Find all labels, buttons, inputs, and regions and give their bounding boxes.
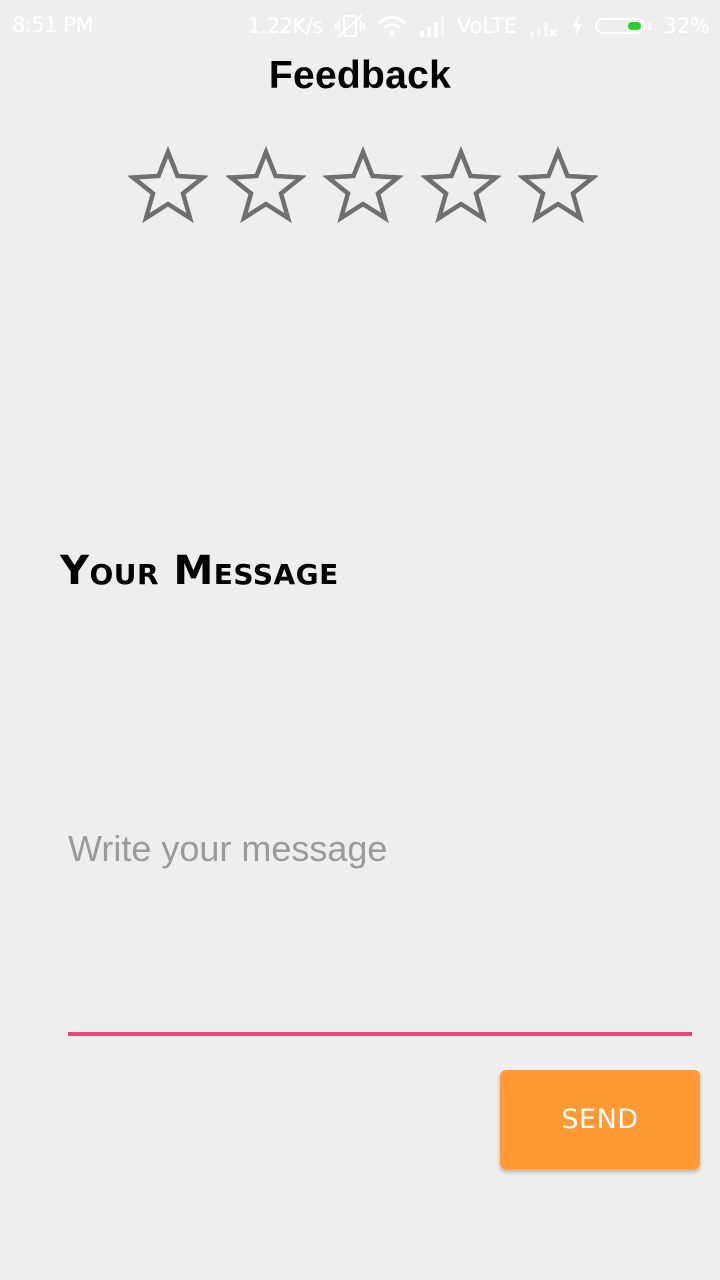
- wifi-icon: [377, 14, 407, 38]
- message-input[interactable]: [68, 820, 692, 1032]
- battery-fill: [628, 22, 642, 30]
- status-bar: 8:51 PM 1.22K/s VoLTE 32%: [0, 0, 720, 52]
- star-rating[interactable]: [128, 146, 598, 226]
- input-underline: [68, 1032, 692, 1036]
- star-outline-icon[interactable]: [225, 146, 306, 226]
- network-speed: 1.22K/s: [247, 14, 324, 38]
- star-outline-icon[interactable]: [323, 146, 403, 226]
- star-outline-icon[interactable]: [420, 146, 501, 226]
- page-title: Feedback: [268, 54, 452, 97]
- vibrate-off-icon: [334, 12, 365, 40]
- message-label: Your Message: [60, 548, 339, 594]
- feedback-screen: 8:51 PM 1.22K/s VoLTE 32% Feedback Your …: [0, 0, 720, 1280]
- battery-icon: [595, 18, 652, 34]
- signal-icon: [419, 14, 445, 38]
- charging-icon: [571, 14, 583, 38]
- star-outline-icon[interactable]: [518, 146, 598, 226]
- message-field: [68, 820, 692, 1036]
- status-indicators: 1.22K/s VoLTE 32%: [248, 10, 710, 42]
- star-outline-icon[interactable]: [128, 146, 208, 226]
- send-button[interactable]: SEND: [500, 1070, 700, 1169]
- battery-percent: 32%: [663, 14, 710, 38]
- status-time: 8:51 PM: [12, 13, 94, 37]
- signal-no-service-icon: [529, 14, 559, 38]
- network-type: VoLTE: [456, 14, 518, 38]
